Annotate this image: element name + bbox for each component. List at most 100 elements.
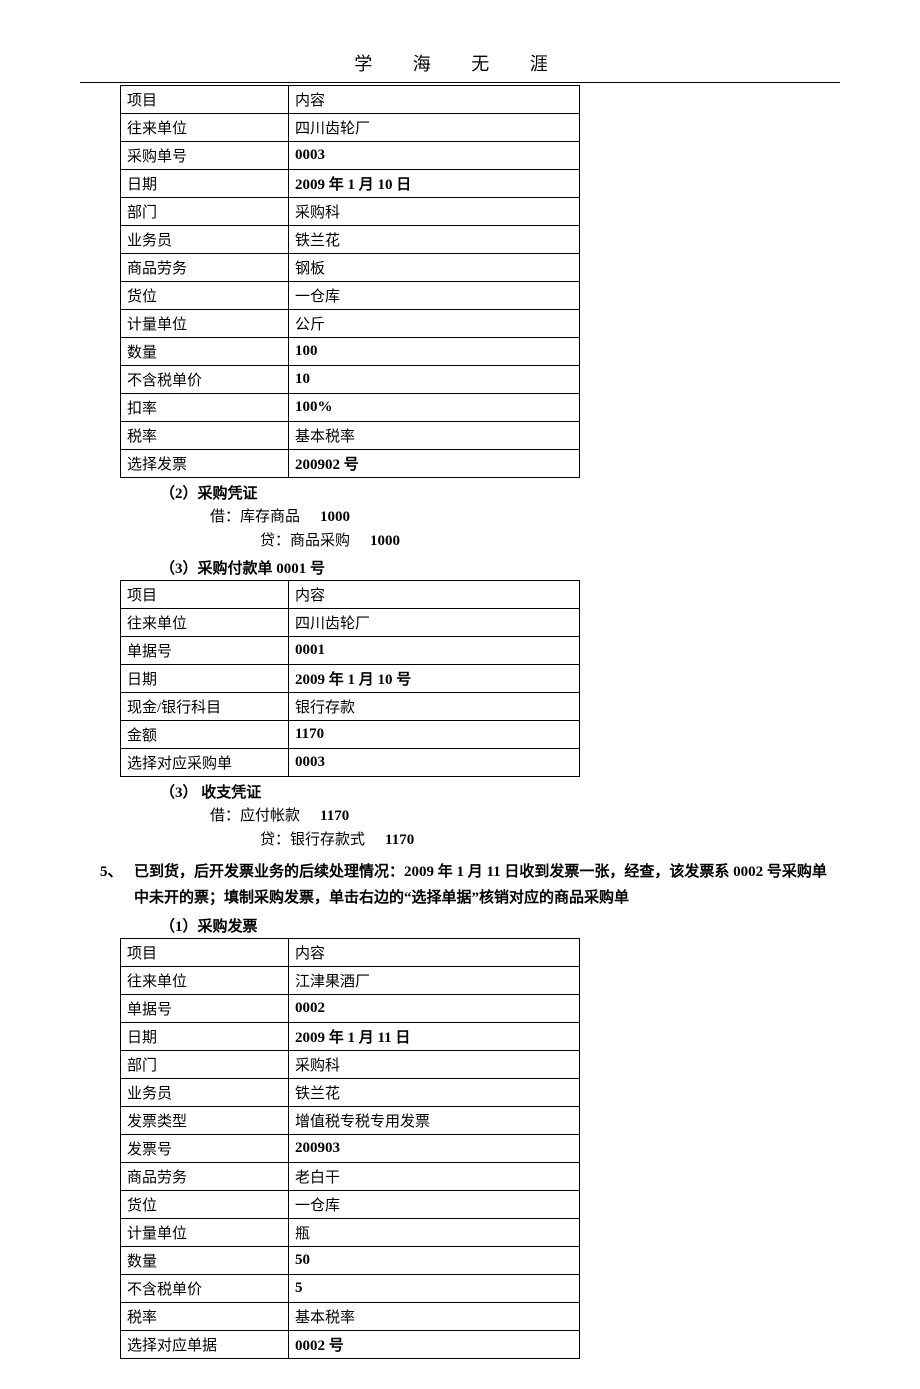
cell-value: 钢板 [289,254,580,282]
table-row: 选择发票200902 号 [121,450,580,478]
table-row: 不含税单价5 [121,1275,580,1303]
cell-value: 0003 [289,749,580,777]
table-row: 不含税单价10 [121,366,580,394]
cell-key: 数量 [121,1247,289,1275]
cell-key: 单据号 [121,995,289,1023]
subheading-purchase-invoice: （1）采购发票 [160,915,840,936]
cell-key: 计量单位 [121,310,289,338]
table-row: 商品劳务老白干 [121,1163,580,1191]
table-row: 日期2009 年 1 月 10 日 [121,170,580,198]
cell-value: 5 [289,1275,580,1303]
list-item-5: 5、 已到货，后开发票业务的后续处理情况：2009 年 1 月 11 日收到发票… [100,860,840,911]
cell-key: 税率 [121,1303,289,1331]
cell-key: 商品劳务 [121,1163,289,1191]
table-row: 货位一仓库 [121,282,580,310]
cell-value: 100% [289,394,580,422]
cell-key: 货位 [121,1191,289,1219]
table-row: 日期2009 年 1 月 10 号 [121,665,580,693]
cell-value: 增值税专税专用发票 [289,1107,580,1135]
table-row: 选择对应单据0002 号 [121,1331,580,1359]
cell-key: 业务员 [121,226,289,254]
table-row: 金额1170 [121,721,580,749]
cell-key: 项目 [121,939,289,967]
cell-value: 100 [289,338,580,366]
cell-value: 10 [289,366,580,394]
table-purchase-invoice: 项目内容往来单位江津果酒厂单据号0002日期2009 年 1 月 11 日部门采… [120,938,580,1359]
cell-value: 铁兰花 [289,1079,580,1107]
cell-value: 0003 [289,142,580,170]
entry-debit-amount-2: 1170 [320,808,349,824]
header-rule [80,82,840,83]
cell-key: 选择发票 [121,450,289,478]
table-row: 计量单位瓶 [121,1219,580,1247]
table-row: 现金/银行科目银行存款 [121,693,580,721]
cell-value: 内容 [289,939,580,967]
table-row: 扣率100% [121,394,580,422]
cell-key: 选择对应单据 [121,1331,289,1359]
cell-key: 日期 [121,665,289,693]
cell-value: 公斤 [289,310,580,338]
cell-key: 日期 [121,1023,289,1051]
cell-value: 采购科 [289,1051,580,1079]
cell-key: 部门 [121,1051,289,1079]
table-row: 商品劳务钢板 [121,254,580,282]
subheading-payment-order: （3）采购付款单 0001 号 [160,557,840,578]
cell-value: 200902 号 [289,450,580,478]
cell-value: 2009 年 1 月 10 号 [289,665,580,693]
page-header-title: 学 海 无 涯 [80,50,840,76]
cell-key: 现金/银行科目 [121,693,289,721]
entry-debit-2: 借：应付帐款 1170 [210,804,840,828]
entry-credit-2: 贷：银行存款式 1170 [260,828,840,852]
entry-credit-amount: 1000 [370,533,400,549]
table-row: 项目内容 [121,581,580,609]
table-row: 采购单号0003 [121,142,580,170]
cell-key: 不含税单价 [121,1275,289,1303]
cell-key: 数量 [121,338,289,366]
cell-key: 往来单位 [121,967,289,995]
table-row: 项目内容 [121,86,580,114]
list-item-number: 5、 [100,860,134,911]
entry-debit-amount: 1000 [320,509,350,525]
cell-value: 1170 [289,721,580,749]
cell-key: 发票号 [121,1135,289,1163]
table-row: 发票类型增值税专税专用发票 [121,1107,580,1135]
cell-value: 四川齿轮厂 [289,114,580,142]
cell-key: 扣率 [121,394,289,422]
cell-value: 一仓库 [289,1191,580,1219]
cell-value: 基本税率 [289,1303,580,1331]
cell-key: 项目 [121,86,289,114]
document-page: 学 海 无 涯 项目内容往来单位四川齿轮厂采购单号0003日期2009 年 1 … [0,0,920,1389]
cell-value: 2009 年 1 月 10 日 [289,170,580,198]
entry-credit-amount-2: 1170 [385,832,414,848]
table-row: 单据号0001 [121,637,580,665]
table-purchase-order: 项目内容往来单位四川齿轮厂采购单号0003日期2009 年 1 月 10 日部门… [120,85,580,478]
cell-key: 部门 [121,198,289,226]
table-row: 项目内容 [121,939,580,967]
cell-key: 货位 [121,282,289,310]
cell-value: 内容 [289,581,580,609]
cell-value: 0002 [289,995,580,1023]
table-row: 日期2009 年 1 月 11 日 [121,1023,580,1051]
list-item-text: 已到货，后开发票业务的后续处理情况：2009 年 1 月 11 日收到发票一张，… [134,860,840,911]
cell-value: 采购科 [289,198,580,226]
cell-key: 不含税单价 [121,366,289,394]
cell-key: 往来单位 [121,609,289,637]
table-row: 货位一仓库 [121,1191,580,1219]
table-payment-order: 项目内容往来单位四川齿轮厂单据号0001日期2009 年 1 月 10 号现金/… [120,580,580,777]
cell-value: 50 [289,1247,580,1275]
table-row: 业务员铁兰花 [121,1079,580,1107]
table-row: 发票号200903 [121,1135,580,1163]
subheading-income-expense-voucher: （3） 收支凭证 [160,781,840,802]
table-row: 往来单位四川齿轮厂 [121,609,580,637]
cell-key: 项目 [121,581,289,609]
table-row: 往来单位江津果酒厂 [121,967,580,995]
cell-key: 单据号 [121,637,289,665]
entry-credit-label: 贷：商品采购 [260,533,350,549]
cell-key: 计量单位 [121,1219,289,1247]
cell-value: 0001 [289,637,580,665]
cell-key: 选择对应采购单 [121,749,289,777]
cell-value: 瓶 [289,1219,580,1247]
entry-credit-label-2: 贷：银行存款式 [260,832,365,848]
entry-debit-1: 借：库存商品1000 [210,505,840,529]
entry-debit-label-2: 借：应付帐款 [210,808,300,824]
